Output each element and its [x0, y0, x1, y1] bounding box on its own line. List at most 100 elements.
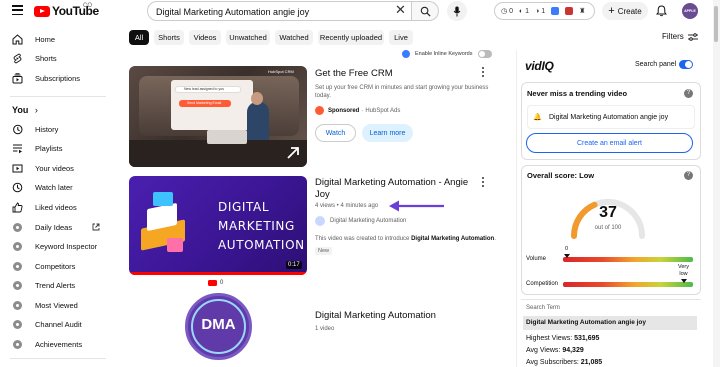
search-term-value: Digital Marketing Automation angie joy — [523, 316, 697, 330]
microphone-icon — [453, 6, 461, 16]
competition-marker — [681, 279, 687, 283]
sidebar-item-home[interactable]: Home — [0, 30, 110, 48]
sidebar-item-history[interactable]: History — [0, 120, 110, 138]
thumb-line-3: AUTOMATION — [218, 238, 305, 252]
progress-bar — [129, 272, 307, 275]
ad-more-options-icon[interactable] — [482, 67, 485, 77]
competition-value: Very low — [678, 264, 690, 277]
vidiq-icon — [13, 340, 22, 349]
sidebar-item-trend-alerts[interactable]: Trend Alerts — [0, 276, 110, 294]
vidiq-icon — [13, 281, 22, 290]
likes-counter[interactable]: ◐ 1 — [519, 8, 529, 15]
youtube-icon — [208, 280, 217, 286]
sidebar-item-label: Channel Audit — [35, 320, 82, 329]
create-email-alert-button[interactable]: Create an email alert — [526, 133, 693, 153]
help-icon[interactable]: ? — [684, 89, 693, 98]
expand-arrow-icon[interactable] — [286, 146, 300, 160]
sidebar-you-heading[interactable]: You › — [12, 105, 38, 115]
search-panel-toggle[interactable] — [679, 60, 693, 69]
sidebar-item-channel-audit[interactable]: Channel Audit — [0, 315, 110, 333]
ad-watch-button[interactable]: Watch — [315, 124, 356, 142]
channel-result-meta: 1 video — [315, 326, 335, 332]
page-scrollbar[interactable] — [713, 0, 720, 367]
your-videos-icon — [12, 164, 23, 173]
bell-icon — [655, 5, 668, 17]
filters-button[interactable]: Filters — [662, 32, 698, 41]
scrollbar-thumb[interactable] — [714, 6, 718, 42]
vidiq-icon — [13, 262, 22, 271]
sidebar-item-subscriptions[interactable]: Subscriptions — [0, 69, 110, 87]
thumb-chip-email: Send Marketing Email — [179, 100, 231, 107]
chip-live[interactable]: Live — [389, 30, 413, 45]
hamburger-menu-icon[interactable] — [12, 5, 23, 15]
trending-title: Never miss a trending video — [527, 89, 628, 98]
voice-search-button[interactable] — [447, 1, 467, 21]
ad-thumbnail[interactable]: New lead assigned to you Send Marketing … — [129, 66, 307, 167]
sidebar-item-daily-ideas[interactable]: Daily Ideas — [0, 218, 110, 236]
sidebar-item-keyword-inspector[interactable]: Keyword Inspector — [0, 237, 110, 255]
chip-watched[interactable]: Watched — [275, 30, 313, 45]
laptop — [207, 130, 247, 144]
crm-screen: New lead assigned to you Send Marketing … — [171, 80, 253, 130]
channel-logo-text: DMA — [201, 316, 236, 333]
notifications-button[interactable] — [655, 4, 668, 22]
video-more-options-icon[interactable] — [482, 177, 485, 187]
sidebar-item-most-viewed[interactable]: Most Viewed — [0, 296, 110, 314]
search-icon — [420, 6, 431, 17]
video-title[interactable]: Digital Marketing Automation - Angie Joy — [315, 177, 468, 201]
channel-name: Digital Marketing Automation — [330, 218, 407, 224]
sidebar-item-label: Home — [35, 35, 56, 44]
sidebar-item-playlists[interactable]: Playlists — [0, 139, 110, 157]
trending-keyword: Digital Marketing Automation angie joy — [549, 114, 669, 121]
plus-icon: + — [608, 5, 615, 17]
search-input[interactable] — [156, 5, 386, 18]
video-thumbnail[interactable]: DIGITAL MARKETING AUTOMATION 0:17 — [129, 176, 307, 275]
sidebar-item-achievements[interactable]: Achievements — [0, 335, 110, 353]
search-button[interactable] — [412, 1, 439, 21]
ad-title[interactable]: Get the Free CRM — [315, 68, 393, 80]
views-counter[interactable]: ◷ 0 — [501, 7, 513, 15]
comments-counter[interactable]: ◑ 1 — [535, 8, 545, 15]
channel-avatar — [315, 216, 325, 226]
chip-all[interactable]: All — [129, 30, 149, 45]
score-value: 37 — [599, 204, 617, 221]
avatar[interactable]: APPLE — [682, 3, 698, 19]
ad-description: Set up your free CRM in minutes and star… — [315, 85, 489, 99]
playlists-icon — [13, 144, 22, 154]
ad-learn-more-button[interactable]: Learn more — [362, 124, 413, 142]
person-head — [251, 92, 263, 105]
home-icon — [12, 34, 23, 45]
clear-search-icon[interactable]: ✕ — [395, 3, 406, 17]
chip-videos[interactable]: Videos — [189, 30, 221, 45]
sidebar-item-competitors[interactable]: Competitors — [0, 257, 110, 275]
chip-unwatched[interactable]: Unwatched — [226, 30, 270, 45]
chip-recently-uploaded[interactable]: Recently uploaded — [318, 30, 384, 45]
sidebar-item-shorts[interactable]: Shorts — [0, 49, 110, 67]
extension-icon-2[interactable] — [565, 7, 574, 15]
filters-label: Filters — [662, 32, 684, 41]
sidebar-item-your-videos[interactable]: Your videos — [0, 159, 110, 177]
duration-badge: 0:17 — [286, 261, 302, 269]
volume-label: Volume — [526, 256, 547, 262]
chip-shorts[interactable]: Shorts — [154, 30, 184, 45]
inline-keywords-label: Enable Inline Keywords — [415, 51, 473, 57]
sidebar-item-liked-videos[interactable]: Liked videos — [0, 198, 110, 216]
sidebar-item-label: Shorts — [35, 54, 57, 63]
help-icon[interactable]: ? — [684, 171, 693, 180]
video-channel[interactable]: Digital Marketing Automation — [315, 216, 406, 226]
sidebar-item-label: Your videos — [35, 164, 74, 173]
history-icon — [13, 124, 23, 135]
country-code: CO — [83, 3, 92, 9]
score-title: Overall score: Low — [527, 171, 595, 180]
channel-logo[interactable]: DMA — [185, 293, 252, 360]
create-button[interactable]: + Create — [602, 2, 648, 20]
sidebar-item-watch-later[interactable]: Watch later — [0, 178, 110, 196]
extension-icon-3[interactable]: ♜ — [579, 7, 585, 15]
shorts-icon — [13, 53, 22, 64]
channel-result-title[interactable]: Digital Marketing Automation — [315, 310, 436, 322]
yt-count: 0 — [208, 280, 223, 286]
competition-bar — [563, 282, 693, 287]
sidebar-divider — [10, 358, 106, 359]
inline-keywords-toggle[interactable] — [478, 50, 493, 58]
extension-icon-1[interactable] — [551, 7, 560, 15]
